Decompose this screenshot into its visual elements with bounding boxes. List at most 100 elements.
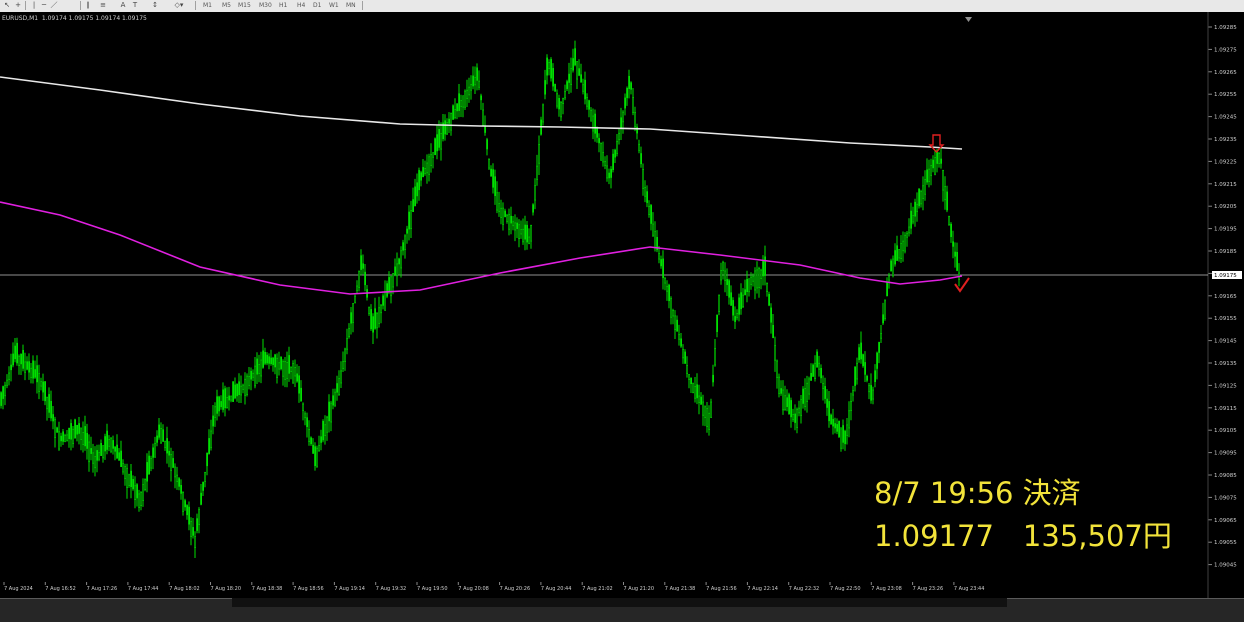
tf-d1[interactable]: D1 — [313, 1, 321, 10]
candle-body — [854, 366, 857, 386]
candle-body — [274, 354, 277, 368]
candle-body — [308, 428, 311, 442]
candle-body — [186, 505, 189, 516]
arrows-icon[interactable]: ↕ — [150, 1, 160, 10]
tf-m30[interactable]: M30 — [259, 1, 272, 10]
candle-body — [472, 75, 475, 87]
time-axis-label: 7 Aug 23:08 — [871, 586, 902, 592]
candle-body — [828, 401, 831, 422]
candle-body — [860, 342, 863, 360]
candle-body — [260, 359, 263, 377]
candle-body — [858, 347, 861, 361]
price-axis-label: 1.09185 — [1214, 249, 1237, 255]
candle-body — [360, 255, 363, 270]
candle-body — [454, 109, 457, 118]
candle-body — [334, 391, 337, 406]
candle-body — [512, 221, 515, 227]
tf-m1[interactable]: M1 — [203, 1, 212, 10]
tf-h1[interactable]: H1 — [279, 1, 287, 10]
candle-body — [940, 158, 943, 164]
candle-body — [140, 492, 143, 507]
candle-body — [640, 153, 643, 165]
candle-body — [880, 333, 883, 339]
candle-body — [488, 159, 491, 169]
candle-body — [14, 345, 17, 360]
candle-body — [594, 113, 597, 134]
time-axis-label: 7 Aug 16:52 — [45, 586, 76, 592]
label-icon[interactable]: T — [131, 1, 139, 10]
candle-body — [372, 316, 375, 333]
candle-body — [382, 295, 385, 306]
candle-body — [550, 59, 553, 79]
candle-body — [214, 406, 217, 418]
candle-body — [272, 357, 275, 366]
candle-body — [336, 383, 339, 393]
candle-body — [338, 378, 341, 395]
candle-body — [816, 351, 819, 368]
candle-body — [262, 350, 265, 368]
tf-m5[interactable]: M5 — [222, 1, 231, 10]
horizontal-line-icon[interactable]: ─ — [40, 1, 48, 10]
candle-body — [450, 113, 453, 131]
candle-body — [566, 81, 569, 90]
candle-body — [670, 298, 673, 318]
candle-body — [898, 249, 901, 259]
time-axis-label: 7 Aug 19:32 — [376, 586, 407, 592]
candle-body — [736, 312, 739, 319]
tf-m15[interactable]: M15 — [238, 1, 251, 10]
candle-body — [888, 275, 891, 281]
candle-body — [558, 98, 561, 110]
candle-body — [956, 252, 959, 271]
candle-body — [638, 143, 641, 151]
candle-body — [762, 260, 765, 277]
fibonacci-icon[interactable]: ≡ — [98, 1, 108, 10]
candle-body — [264, 351, 267, 364]
candles-group — [0, 40, 961, 558]
candle-body — [200, 492, 203, 505]
time-axis-label: 7 Aug 22:32 — [789, 586, 820, 592]
candle-body — [60, 435, 63, 442]
candle-body — [152, 447, 155, 458]
candle-body — [734, 316, 737, 322]
tf-mn[interactable]: MN — [346, 1, 356, 10]
vertical-line-icon[interactable]: | — [30, 1, 38, 10]
candle-body — [588, 100, 591, 110]
candle-body — [46, 397, 49, 410]
crosshair-icon[interactable]: + — [14, 1, 22, 10]
candle-body — [500, 207, 503, 218]
horizontal-scrollbar[interactable] — [232, 598, 1007, 607]
candle-body — [146, 462, 149, 482]
candle-body — [824, 386, 827, 399]
candle-body — [232, 381, 235, 402]
candle-body — [412, 199, 415, 212]
candle-body — [756, 269, 759, 289]
candle-body — [82, 432, 85, 445]
shapes-dropdown-icon[interactable]: ◇▾ — [172, 1, 186, 10]
candle-body — [298, 375, 301, 394]
candle-body — [44, 381, 47, 402]
tf-h4[interactable]: H4 — [297, 1, 305, 10]
candle-body — [258, 364, 261, 374]
channel-icon[interactable]: ∥ — [84, 1, 92, 10]
candle-body — [476, 67, 479, 81]
candle-body — [380, 304, 383, 314]
candle-body — [946, 191, 949, 211]
text-icon[interactable]: A — [119, 1, 127, 10]
candle-body — [220, 401, 223, 408]
time-axis-label: 7 Aug 23:44 — [954, 586, 985, 592]
candle-body — [908, 226, 911, 234]
candle-body — [856, 362, 859, 380]
candle-body — [418, 170, 421, 191]
cursor-icon[interactable]: ↖ — [3, 1, 11, 10]
candle-body — [788, 394, 791, 415]
candle-body — [474, 77, 477, 86]
time-axis-label: 7 Aug 20:08 — [458, 586, 489, 592]
candle-body — [848, 410, 851, 429]
candle-body — [400, 250, 403, 269]
candle-body — [340, 370, 343, 384]
candle-body — [102, 445, 105, 459]
candle-body — [626, 88, 629, 99]
candle-body — [702, 401, 705, 416]
trendline-icon[interactable]: ／ — [50, 1, 58, 10]
tf-w1[interactable]: W1 — [329, 1, 339, 10]
